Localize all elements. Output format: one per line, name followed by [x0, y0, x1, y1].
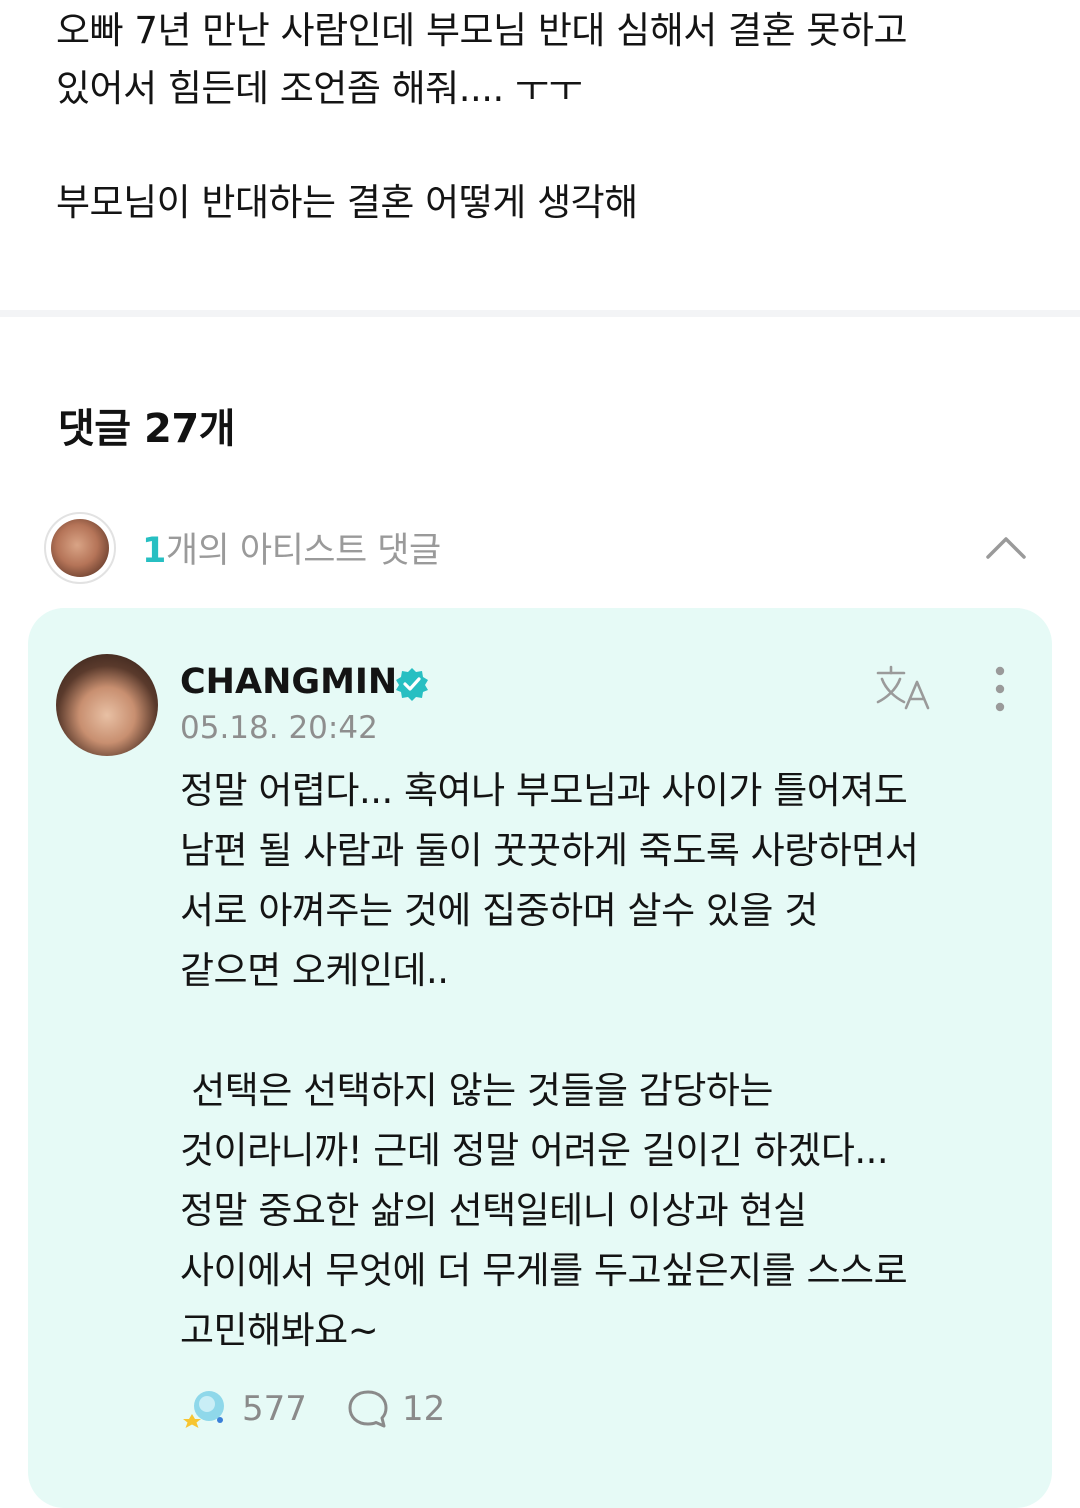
artist-comments-text: 개의 아티스트 댓글 [165, 531, 441, 571]
artist-comments-toggle[interactable]: 1개의 아티스트 댓글 [44, 512, 1044, 588]
comment-reactions: 577 12 [180, 1384, 580, 1434]
more-vertical-icon[interactable] [986, 664, 1014, 714]
comment-line: 정말 중요한 삶의 선택일테니 이상과 현실 [180, 1189, 807, 1232]
author-name[interactable]: CHANGMIN [180, 662, 397, 702]
comment-line: 사이에서 무엇에 더 무게를 두고싶은지를 스스로 [180, 1249, 908, 1292]
reply-count: 12 [402, 1389, 446, 1429]
verified-badge-icon [396, 668, 428, 701]
artist-comments-label: 1개의 아티스트 댓글 [142, 522, 441, 573]
cheer-icon[interactable] [180, 1386, 230, 1430]
comment-line: 남편 될 사람과 둘이 꿋꿋하게 죽도록 사랑하면서 [180, 829, 919, 872]
post-line: 오빠 7년 만난 사람인데 부모님 반대 심해서 결혼 못하고 [56, 9, 908, 52]
translate-icon[interactable] [874, 664, 934, 712]
post-line: 부모님이 반대하는 결혼 어떻게 생각해 [56, 181, 638, 224]
artist-comment-card: CHANGMIN 05.18. 20:42 정말 어렵다... 혹여나 부모님과… [28, 608, 1052, 1508]
comment-line: 같으면 오케인데.. [180, 949, 449, 992]
comment-timestamp: 05.18. 20:42 [180, 710, 378, 746]
cheer-count: 577 [242, 1389, 307, 1429]
comment-line: 고민해봐요~ [180, 1309, 379, 1352]
post-line: 있어서 힘든데 조언좀 해줘.... ㅜㅜ [56, 67, 583, 110]
comment-body: 정말 어렵다... 혹여나 부모님과 사이가 틀어져도 남편 될 사람과 둘이 … [180, 761, 1020, 1361]
comments-count-heading: 댓글 27개 [58, 406, 236, 452]
comment-line: 서로 아껴주는 것에 집중하며 살수 있을 것 [180, 889, 818, 932]
author-avatar[interactable] [56, 654, 158, 756]
section-divider [0, 310, 1080, 317]
comment-line: 것이라니까! 근데 정말 어려운 길이긴 하겠다... [180, 1129, 889, 1172]
comment-line: 정말 어렵다... 혹여나 부모님과 사이가 틀어져도 [180, 769, 908, 812]
post-body: 오빠 7년 만난 사람인데 부모님 반대 심해서 결혼 못하고 있어서 힘든데 … [56, 2, 1016, 232]
chevron-up-icon[interactable] [984, 526, 1028, 570]
reply-bubble-icon[interactable] [346, 1388, 390, 1430]
comment-line: 선택은 선택하지 않는 것들을 감당하는 [180, 1069, 773, 1112]
artist-thumbnail-avatar [44, 512, 116, 584]
artist-comments-count: 1 [142, 531, 166, 571]
